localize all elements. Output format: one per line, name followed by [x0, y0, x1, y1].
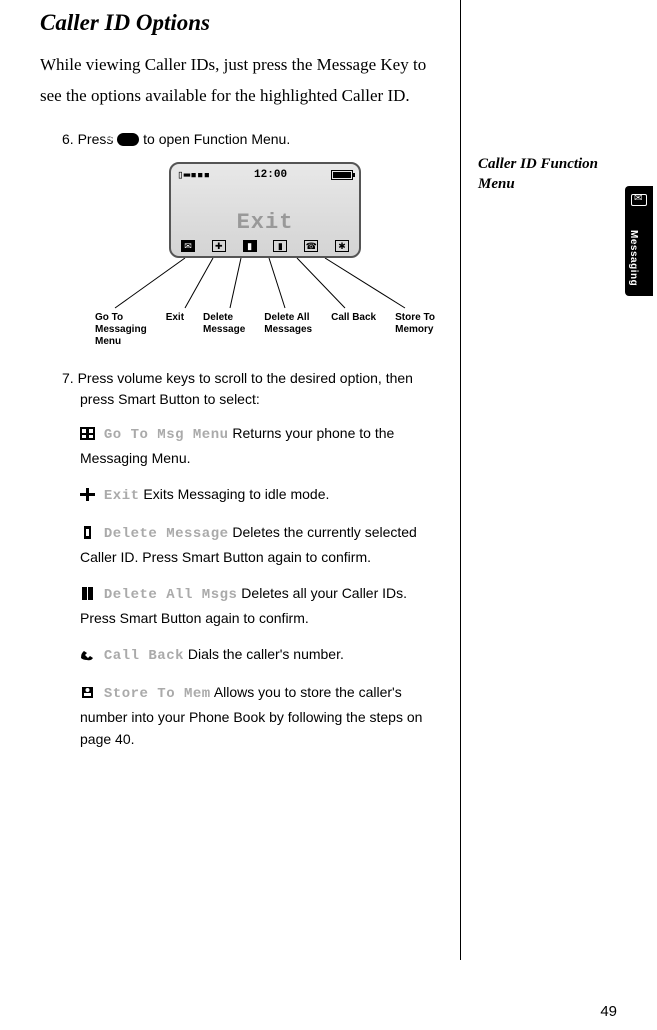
- step-6: 6. Press to open Function Menu.: [80, 129, 440, 150]
- signal-icon: ▯▬▪▪▪: [177, 168, 210, 181]
- option-store: Store To Mem Allows you to store the cal…: [80, 681, 440, 750]
- tab-label: Messaging: [628, 230, 639, 286]
- option-callback: Call Back Dials the caller's number.: [80, 643, 440, 667]
- callback-desc: Dials the caller's number.: [184, 646, 344, 662]
- screen-time: 12:00: [254, 169, 287, 181]
- step6-suffix: to open Function Menu.: [143, 131, 290, 147]
- option-goto: Go To Msg Menu Returns your phone to the…: [80, 422, 440, 469]
- goto-label: Go To Msg Menu: [104, 427, 229, 443]
- delete-icon: [80, 523, 95, 545]
- step-7: 7. Press volume keys to scroll to the de…: [80, 368, 440, 410]
- deleteall-icon: [80, 584, 95, 606]
- callout-lines: [105, 258, 425, 318]
- store-icon: [80, 683, 95, 705]
- vertical-divider: [460, 0, 461, 960]
- section-title: Caller ID Options: [40, 10, 440, 36]
- phone-screen: ▯▬▪▪▪ 12:00 Exit ✉ ✚ ▮ ▮ ☎ ✱: [169, 162, 361, 258]
- tab-envelope-icon: [631, 194, 647, 206]
- callback-icon: [80, 645, 95, 667]
- battery-icon: [331, 170, 353, 180]
- callback-label: Call Back: [104, 648, 184, 664]
- delete-label: Delete Message: [104, 526, 229, 542]
- exit-desc: Exits Messaging to idle mode.: [140, 486, 330, 502]
- phone-screen-diagram: ▯▬▪▪▪ 12:00 Exit ✉ ✚ ▮ ▮ ☎ ✱: [90, 162, 440, 348]
- option-delete: Delete Message Deletes the currently sel…: [80, 521, 440, 568]
- softkey-exit-icon: ✚: [212, 240, 226, 252]
- deleteall-label: Delete All Msgs: [104, 587, 238, 603]
- page-number: 49: [600, 1003, 617, 1020]
- softkey-deleteall-icon: ▮: [273, 240, 287, 252]
- exit-icon: [80, 485, 95, 507]
- intro-text: While viewing Caller IDs, just press the…: [40, 50, 440, 111]
- option-exit: Exit Exits Messaging to idle mode.: [80, 483, 440, 507]
- message-key-icon: [117, 133, 139, 146]
- screen-center-text: Exit: [171, 210, 359, 235]
- softkey-goto-icon: ✉: [181, 240, 195, 252]
- goto-icon: [80, 424, 95, 446]
- section-tab: Messaging: [625, 186, 653, 296]
- screen-softkey-row: ✉ ✚ ▮ ▮ ☎ ✱: [181, 240, 349, 252]
- softkey-delete-icon: ▮: [243, 240, 257, 252]
- softkey-callback-icon: ☎: [304, 240, 318, 252]
- softkey-store-icon: ✱: [335, 240, 349, 252]
- margin-annotation: Caller ID Function Menu: [478, 154, 610, 195]
- option-deleteall: Delete All Msgs Deletes all your Caller …: [80, 582, 440, 629]
- exit-label: Exit: [104, 488, 140, 504]
- store-label: Store To Mem: [104, 686, 211, 702]
